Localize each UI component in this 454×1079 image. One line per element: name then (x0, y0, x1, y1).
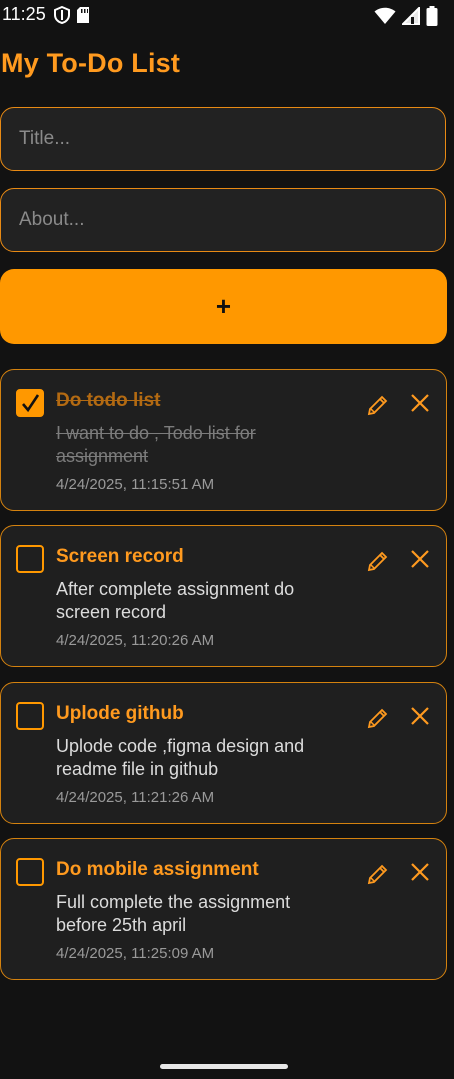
title-input[interactable] (0, 107, 446, 171)
check-icon (22, 394, 40, 413)
task-checkbox[interactable] (16, 702, 44, 730)
shield-icon (54, 6, 70, 24)
task-description: Full complete the assignment before 25th… (56, 892, 291, 935)
task-checkbox[interactable] (16, 389, 44, 417)
status-time: 11:25 (2, 4, 46, 24)
add-task-button[interactable]: + (0, 269, 447, 344)
task-card: Do todo list I want to do , Todo list fo… (0, 369, 447, 511)
close-icon[interactable] (409, 392, 431, 414)
battery-icon (426, 6, 438, 26)
task-title: Do mobile assignment (56, 859, 259, 880)
task-card: Uplode github Uplode code ,figma design … (0, 682, 447, 824)
task-card: Screen record After complete assignment … (0, 525, 447, 667)
task-card: Do mobile assignment Full complete the a… (0, 838, 447, 980)
close-icon[interactable] (409, 861, 431, 883)
task-date: 4/24/2025, 11:20:26 AM (56, 632, 215, 649)
task-title: Uplode github (56, 703, 184, 724)
task-date: 4/24/2025, 11:25:09 AM (56, 945, 215, 962)
close-icon[interactable] (409, 705, 431, 727)
close-icon[interactable] (409, 548, 431, 570)
task-title: Do todo list (56, 390, 161, 411)
task-checkbox[interactable] (16, 858, 44, 886)
wifi-icon (374, 7, 396, 25)
task-checkbox[interactable] (16, 545, 44, 573)
task-date: 4/24/2025, 11:15:51 AM (56, 476, 215, 493)
pencil-icon[interactable] (367, 548, 391, 572)
pencil-icon[interactable] (367, 705, 391, 729)
sd-card-icon (76, 6, 90, 24)
task-date: 4/24/2025, 11:21:26 AM (56, 789, 215, 806)
page-title: My To-Do List (1, 48, 181, 78)
task-description: Uplode code ,figma design and readme fil… (56, 736, 305, 779)
task-description: I want to do , Todo list for assignment (56, 423, 256, 466)
pencil-icon[interactable] (367, 392, 391, 416)
status-bar: 11:25 (0, 0, 454, 30)
task-description: After complete assignment do screen reco… (56, 579, 295, 622)
task-title: Screen record (56, 546, 184, 567)
signal-icon (402, 7, 420, 25)
home-indicator[interactable] (160, 1064, 288, 1069)
pencil-icon[interactable] (367, 861, 391, 885)
about-input[interactable] (0, 188, 446, 252)
